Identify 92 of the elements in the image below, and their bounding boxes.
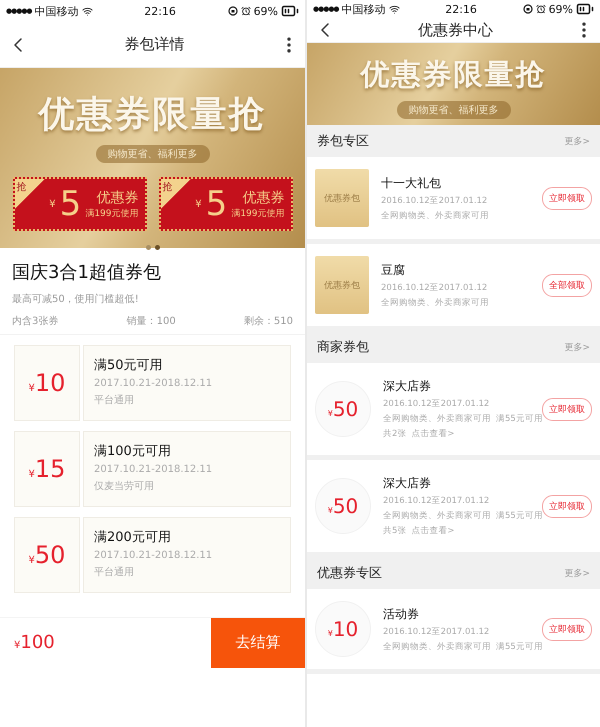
corner-tag: 抢 <box>14 179 44 209</box>
orientation-lock-icon <box>522 4 533 14</box>
view-link[interactable]: 点击查看> <box>411 428 455 440</box>
item-scope: 全网购物类、外卖商家可用 <box>381 210 489 222</box>
checkout-button[interactable]: 去结算 <box>211 618 305 668</box>
coupon-item[interactable]: 优惠券包 豆腐 2016.10.12至2017.01.12 全网购物类、外卖商家可用 全部领取 <box>307 244 600 326</box>
claim-button[interactable]: 立即领取 <box>542 494 592 518</box>
sales-count: 销量：100 <box>126 315 176 328</box>
coupon-period: 2017.10.21-2018.12.11 <box>94 550 214 561</box>
coupon-amount: ¥10 <box>328 617 358 641</box>
corner-tag: 抢 <box>160 179 190 209</box>
item-scope: 全网购物类、外卖商家可用 <box>383 413 491 425</box>
item-title: 十一大礼包 <box>381 174 442 192</box>
carrier-name: 中国移动 <box>342 2 386 16</box>
item-date: 2016.10.12至2017.01.12 <box>383 495 490 507</box>
item-scope: 全网购物类、外卖商家可用 <box>381 296 489 308</box>
coupon-value: 5 <box>60 184 82 224</box>
item-title: 深大店券 <box>383 475 432 492</box>
coupon-value: 5 <box>206 184 228 224</box>
coupon-amount: ¥50 <box>328 494 358 518</box>
total-price: ¥100 <box>14 632 55 653</box>
item-title: 豆腐 <box>381 262 406 278</box>
item-count: 共5张 <box>383 525 406 537</box>
coupon-condition: 满199元使用 <box>85 208 138 220</box>
coupon-item[interactable]: ¥50 深大店券 2016.10.12至2017.01.12 全网购物类、外卖商家可用 满55元可用 共5张 点击查看> 立即领取 <box>307 460 600 552</box>
wifi-icon <box>82 6 93 16</box>
alarm-icon <box>536 4 546 14</box>
envelope-icon: 优惠券包 <box>315 169 369 227</box>
coupon-amount: ¥15 <box>28 455 66 483</box>
banner-headline: 优惠券限量抢 <box>38 93 266 137</box>
orientation-lock-icon <box>228 6 238 16</box>
item-scope: 全网购物类、外卖商家可用 <box>383 510 491 522</box>
battery-percent: 69% <box>254 4 278 18</box>
coupon-title: 满50元可用 <box>94 357 164 374</box>
carousel-dot[interactable] <box>154 245 160 250</box>
coupon-amount: ¥50 <box>328 397 358 421</box>
item-condition: 满55元可用 <box>496 413 543 425</box>
coupon-scope: 仅麦当劳可用 <box>94 480 155 493</box>
coupon-count: 内含3张券 <box>12 314 58 328</box>
view-link[interactable]: 点击查看> <box>411 525 455 537</box>
package-title: 国庆3合1超值券包 <box>12 261 162 284</box>
coupon-title: 满200元可用 <box>94 529 172 546</box>
coupon-title: 满100元可用 <box>94 443 172 460</box>
coupon-period: 2017.10.21-2018.12.11 <box>94 464 214 475</box>
banner-tagline: 购物更省、福利更多 <box>96 145 210 163</box>
claim-button[interactable]: 全部领取 <box>542 274 592 296</box>
claim-button[interactable]: 立即领取 <box>542 398 592 420</box>
carrier-name: 中国移动 <box>34 4 79 18</box>
remaining-count: 剩余：510 <box>244 315 293 328</box>
coupon-label: 优惠券 <box>96 188 138 206</box>
coupon-period: 2017.10.21-2018.12.11 <box>94 378 214 389</box>
coupon-item[interactable]: 优惠券包 十一大礼包 2016.10.12至2017.01.12 全网购物类、外卖商家可用 立即领取 <box>307 157 600 239</box>
status-time: 22:16 <box>144 4 176 18</box>
item-title: 活动券 <box>383 606 420 622</box>
section-title: 券包专区 <box>317 133 369 150</box>
wifi-icon <box>388 4 400 14</box>
banner-tagline: 购物更省、福利更多 <box>396 101 510 119</box>
claim-button[interactable]: 立即领取 <box>542 618 592 640</box>
item-condition: 满55元可用 <box>496 510 543 522</box>
coupon-item[interactable]: ¥10 活动券 2016.10.12至2017.01.12 全网购物类、外卖商家可用 满55元可用 立即领取 <box>307 589 600 669</box>
more-link[interactable]: 更多> <box>564 134 590 148</box>
coupon-scope: 平台通用 <box>94 394 135 407</box>
item-date: 2016.10.12至2017.01.12 <box>383 398 490 410</box>
section-title: 商家券包 <box>317 339 369 356</box>
coupon-item[interactable]: ¥50 深大店券 2016.10.12至2017.01.12 全网购物类、外卖商家可用 满55元可用 共2张 点击查看> 立即领取 <box>307 363 600 455</box>
coupon-label: 优惠券 <box>242 188 284 206</box>
currency-sign: ¥ <box>49 198 56 210</box>
claim-button[interactable]: 立即领取 <box>542 186 592 210</box>
more-link[interactable]: 更多> <box>564 340 590 354</box>
coupon-scope: 平台通用 <box>94 566 135 579</box>
banner-headline: 优惠券限量抢 <box>360 56 546 93</box>
envelope-icon: 优惠券包 <box>315 256 369 314</box>
section-title: 优惠券专区 <box>317 565 382 582</box>
currency-sign: ¥ <box>195 198 202 210</box>
item-scope: 全网购物类、外卖商家可用 <box>383 640 491 652</box>
item-date: 2016.10.12至2017.01.12 <box>381 194 488 206</box>
item-count: 共2张 <box>383 428 406 440</box>
item-date: 2016.10.12至2017.01.12 <box>381 282 488 294</box>
item-title: 深大店券 <box>383 378 432 395</box>
item-condition: 满55元可用 <box>496 640 543 652</box>
page-title: 券包详情 <box>124 35 184 54</box>
carousel-dot[interactable] <box>146 245 150 250</box>
alarm-icon <box>240 6 251 16</box>
coupon-amount: ¥50 <box>28 541 66 569</box>
page-title: 优惠券中心 <box>418 20 493 40</box>
coupon-condition: 满199元使用 <box>231 208 284 220</box>
package-subtitle: 最高可减50，使用门槛超低! <box>12 292 140 306</box>
status-time: 22:16 <box>445 2 477 16</box>
more-link[interactable]: 更多> <box>564 566 590 580</box>
item-date: 2016.10.12至2017.01.12 <box>383 626 490 638</box>
battery-percent: 69% <box>548 2 574 16</box>
coupon-amount: ¥10 <box>28 369 66 397</box>
